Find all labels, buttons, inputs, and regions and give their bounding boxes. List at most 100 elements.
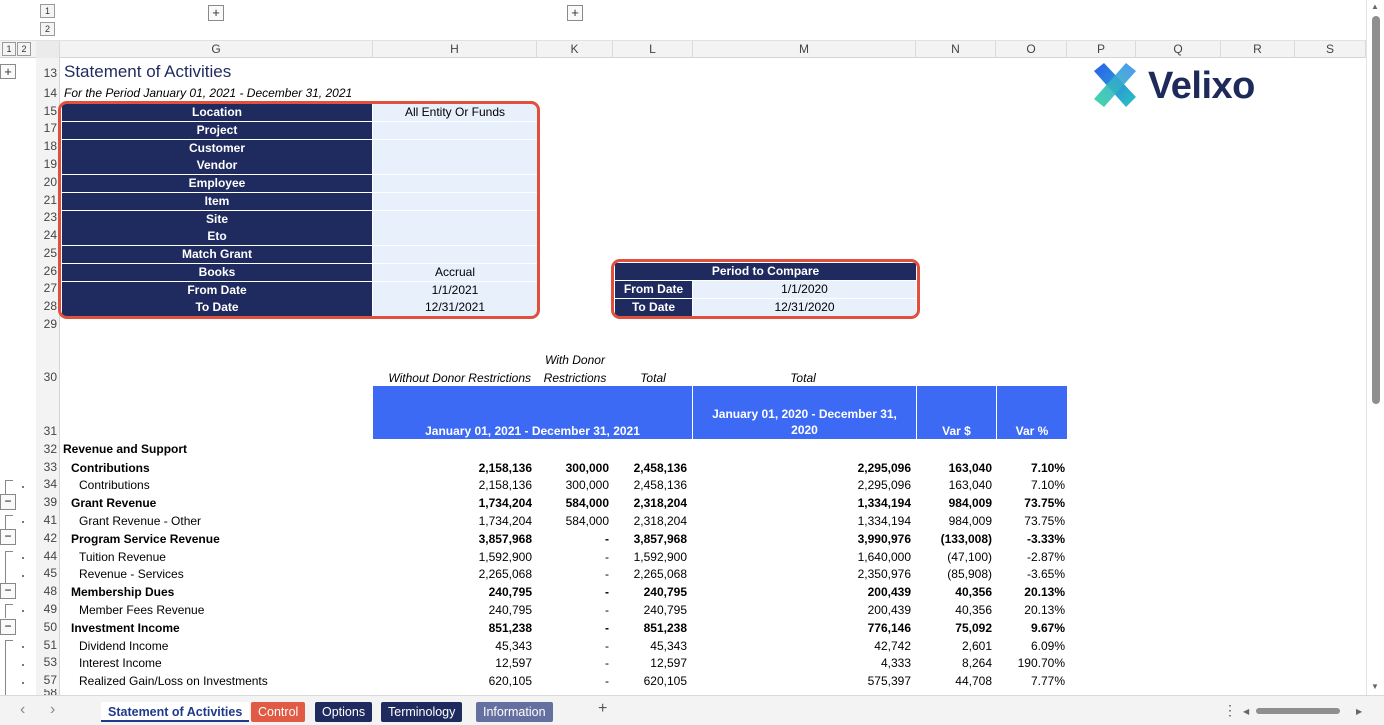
line-without-donor[interactable]: 2,265,068 [373,566,532,582]
line-total-prior[interactable]: 1,334,194 [693,513,911,529]
column-header[interactable]: S [1295,41,1366,58]
line-var-pct[interactable]: 73.75% [997,513,1065,529]
line-var-dollar[interactable]: 163,040 [917,477,992,493]
scroll-right-icon[interactable]: ▶ [1356,707,1362,716]
vertical-scroll-thumb[interactable] [1372,16,1380,404]
line-total-prior[interactable]: 1,334,194 [693,495,911,511]
line-var-dollar[interactable]: 984,009 [917,513,992,529]
line-with-donor[interactable]: - [537,620,609,636]
line-with-donor[interactable]: - [537,584,609,600]
row-header[interactable]: 50 [36,619,60,635]
scroll-left-icon[interactable]: ◀ [1243,707,1249,716]
line-total-prior[interactable]: 1,640,000 [693,549,911,565]
expand-column-group-button[interactable]: + [567,5,583,21]
line-var-pct[interactable]: 190.70% [997,655,1065,671]
row-header[interactable]: 17 [36,120,60,136]
line-var-pct[interactable]: -3.33% [997,531,1065,547]
line-with-donor[interactable]: - [537,531,609,547]
line-var-dollar[interactable]: 40,356 [917,602,992,618]
column-header[interactable]: M [693,41,916,58]
line-total[interactable]: 12,597 [613,655,687,671]
line-without-donor[interactable]: 240,795 [373,602,532,618]
line-without-donor[interactable]: 1,592,900 [373,549,532,565]
row-header[interactable]: 57 [36,672,60,688]
line-total[interactable]: 2,265,068 [613,566,687,582]
line-total-prior[interactable]: 3,990,976 [693,531,911,547]
line-var-dollar[interactable]: 44,708 [917,673,992,689]
row-outline-level-1-button[interactable]: 1 [2,42,16,56]
row-header[interactable]: 28 [36,298,60,314]
row-header[interactable]: 18 [36,138,60,154]
line-total[interactable]: 3,857,968 [613,531,687,547]
row-header[interactable]: 14 [36,85,60,101]
prev-sheet-icon[interactable]: ‹ [20,701,25,719]
line-with-donor[interactable]: 300,000 [537,460,609,476]
line-with-donor[interactable]: 300,000 [537,477,609,493]
line-var-dollar[interactable]: 163,040 [917,460,992,476]
column-header[interactable]: R [1221,41,1295,58]
line-without-donor[interactable]: 12,597 [373,655,532,671]
column-header[interactable]: N [916,41,996,58]
sheet-tab-statement-of-activities[interactable]: Statement of Activities [101,702,250,722]
line-without-donor[interactable]: 240,795 [373,584,532,600]
line-var-pct[interactable]: 73.75% [997,495,1065,511]
collapse-row-group-button[interactable]: − [0,494,16,510]
horizontal-scroll-thumb[interactable] [1256,708,1340,714]
row-header[interactable]: 45 [36,565,60,581]
scroll-up-icon[interactable]: ▲ [1371,2,1379,11]
line-var-pct[interactable]: 6.09% [997,638,1065,654]
row-header[interactable]: 39 [36,494,60,510]
expand-row-group-button[interactable]: + [0,64,16,79]
line-without-donor[interactable]: 2,158,136 [373,460,532,476]
row-header[interactable]: 33 [36,459,60,475]
line-var-dollar[interactable]: (47,100) [917,549,992,565]
line-total-prior[interactable]: 200,439 [693,584,911,600]
row-header[interactable]: 34 [36,476,60,492]
line-total[interactable]: 45,343 [613,638,687,654]
line-total-prior[interactable]: 4,333 [693,655,911,671]
line-var-pct[interactable]: 20.13% [997,584,1065,600]
row-header[interactable]: 25 [36,245,60,261]
line-total[interactable]: 620,105 [613,673,687,689]
line-total-prior[interactable]: 200,439 [693,602,911,618]
row-header[interactable]: 19 [36,156,60,172]
line-total-prior[interactable]: 2,295,096 [693,477,911,493]
line-with-donor[interactable]: - [537,602,609,618]
row-header[interactable]: 27 [36,280,60,296]
row-header[interactable]: 51 [36,637,60,653]
add-sheet-button[interactable]: + [598,700,607,718]
line-total-prior[interactable]: 776,146 [693,620,911,636]
line-with-donor[interactable]: - [537,638,609,654]
line-total[interactable]: 2,318,204 [613,513,687,529]
sheet-tab-information[interactable]: Information [476,702,553,722]
line-total[interactable]: 2,458,136 [613,477,687,493]
expand-column-group-button[interactable]: + [208,5,224,21]
line-with-donor[interactable]: - [537,673,609,689]
line-var-pct[interactable]: -2.87% [997,549,1065,565]
line-total[interactable]: 2,458,136 [613,460,687,476]
line-var-dollar[interactable]: 40,356 [917,584,992,600]
collapse-row-group-button[interactable]: − [0,583,16,599]
column-header[interactable]: L [613,41,693,58]
scroll-down-icon[interactable]: ▼ [1371,682,1379,691]
line-with-donor[interactable]: - [537,655,609,671]
line-with-donor[interactable]: - [537,566,609,582]
sheet-tab-terminology[interactable]: Terminology [381,702,463,722]
line-without-donor[interactable]: 1,734,204 [373,495,532,511]
outline-level-1-button[interactable]: 1 [40,4,55,18]
outline-level-2-button[interactable]: 2 [40,22,55,36]
line-without-donor[interactable]: 3,857,968 [373,531,532,547]
line-total[interactable]: 240,795 [613,602,687,618]
line-var-dollar[interactable]: 75,092 [917,620,992,636]
next-sheet-icon[interactable]: › [50,701,55,719]
line-var-pct[interactable]: 7.77% [997,673,1065,689]
row-header[interactable]: 15 [36,103,60,119]
line-total[interactable]: 851,238 [613,620,687,636]
line-with-donor[interactable]: 584,000 [537,495,609,511]
collapse-row-group-button[interactable]: − [0,529,16,545]
sheet-tab-control[interactable]: Control [251,702,306,722]
line-total-prior[interactable]: 2,295,096 [693,460,911,476]
line-total-prior[interactable]: 575,397 [693,673,911,689]
line-var-pct[interactable]: 9.67% [997,620,1065,636]
row-header[interactable]: 53 [36,654,60,670]
